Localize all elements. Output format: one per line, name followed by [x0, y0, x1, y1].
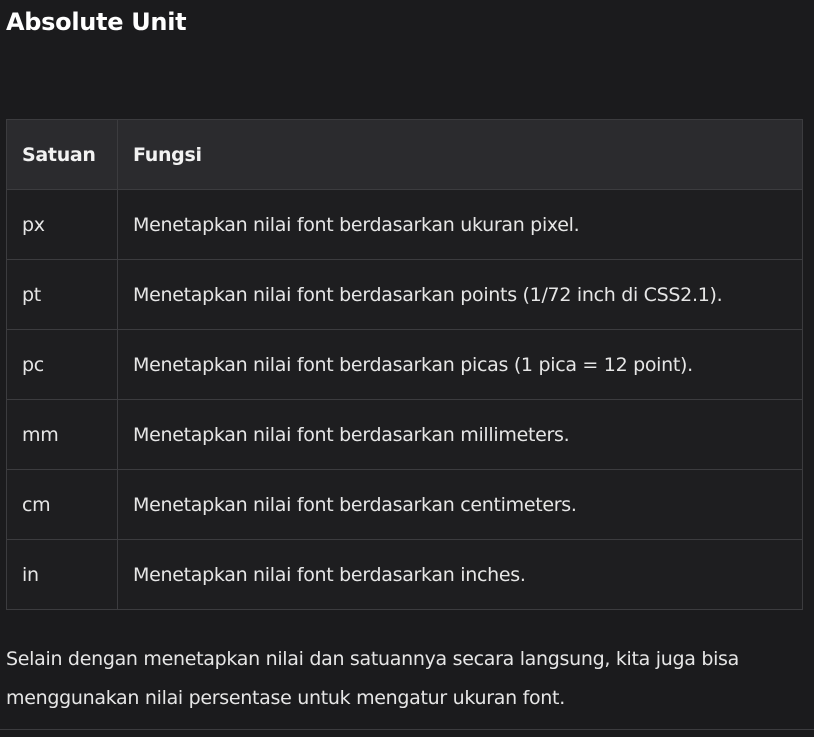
table-row: px Menetapkan nilai font berdasarkan uku… [6, 189, 803, 260]
unit-cell: pt [6, 259, 118, 330]
description-cell: Menetapkan nilai font berdasarkan centim… [117, 469, 803, 540]
column-header-fungsi: Fungsi [117, 119, 803, 190]
unit-cell: cm [6, 469, 118, 540]
description-cell: Menetapkan nilai font berdasarkan picas … [117, 329, 803, 400]
unit-cell: px [6, 189, 118, 260]
unit-cell: in [6, 539, 118, 610]
table-row: mm Menetapkan nilai font berdasarkan mil… [6, 399, 803, 470]
table-header-row: Satuan Fungsi [6, 119, 803, 190]
units-table: Satuan Fungsi px Menetapkan nilai font b… [6, 119, 803, 610]
section-heading: Absolute Unit [6, 8, 187, 36]
unit-cell: pc [6, 329, 118, 400]
description-cell: Menetapkan nilai font berdasarkan ukuran… [117, 189, 803, 260]
description-cell: Menetapkan nilai font berdasarkan inches… [117, 539, 803, 610]
table-row: pt Menetapkan nilai font berdasarkan poi… [6, 259, 803, 330]
unit-cell: mm [6, 399, 118, 470]
column-header-satuan: Satuan [6, 119, 118, 190]
divider [0, 729, 814, 730]
body-paragraph: Selain dengan menetapkan nilai dan satua… [6, 648, 739, 709]
table-row: cm Menetapkan nilai font berdasarkan cen… [6, 469, 803, 540]
table-row: in Menetapkan nilai font berdasarkan inc… [6, 539, 803, 610]
description-cell: Menetapkan nilai font berdasarkan points… [117, 259, 803, 330]
description-cell: Menetapkan nilai font berdasarkan millim… [117, 399, 803, 470]
table-row: pc Menetapkan nilai font berdasarkan pic… [6, 329, 803, 400]
